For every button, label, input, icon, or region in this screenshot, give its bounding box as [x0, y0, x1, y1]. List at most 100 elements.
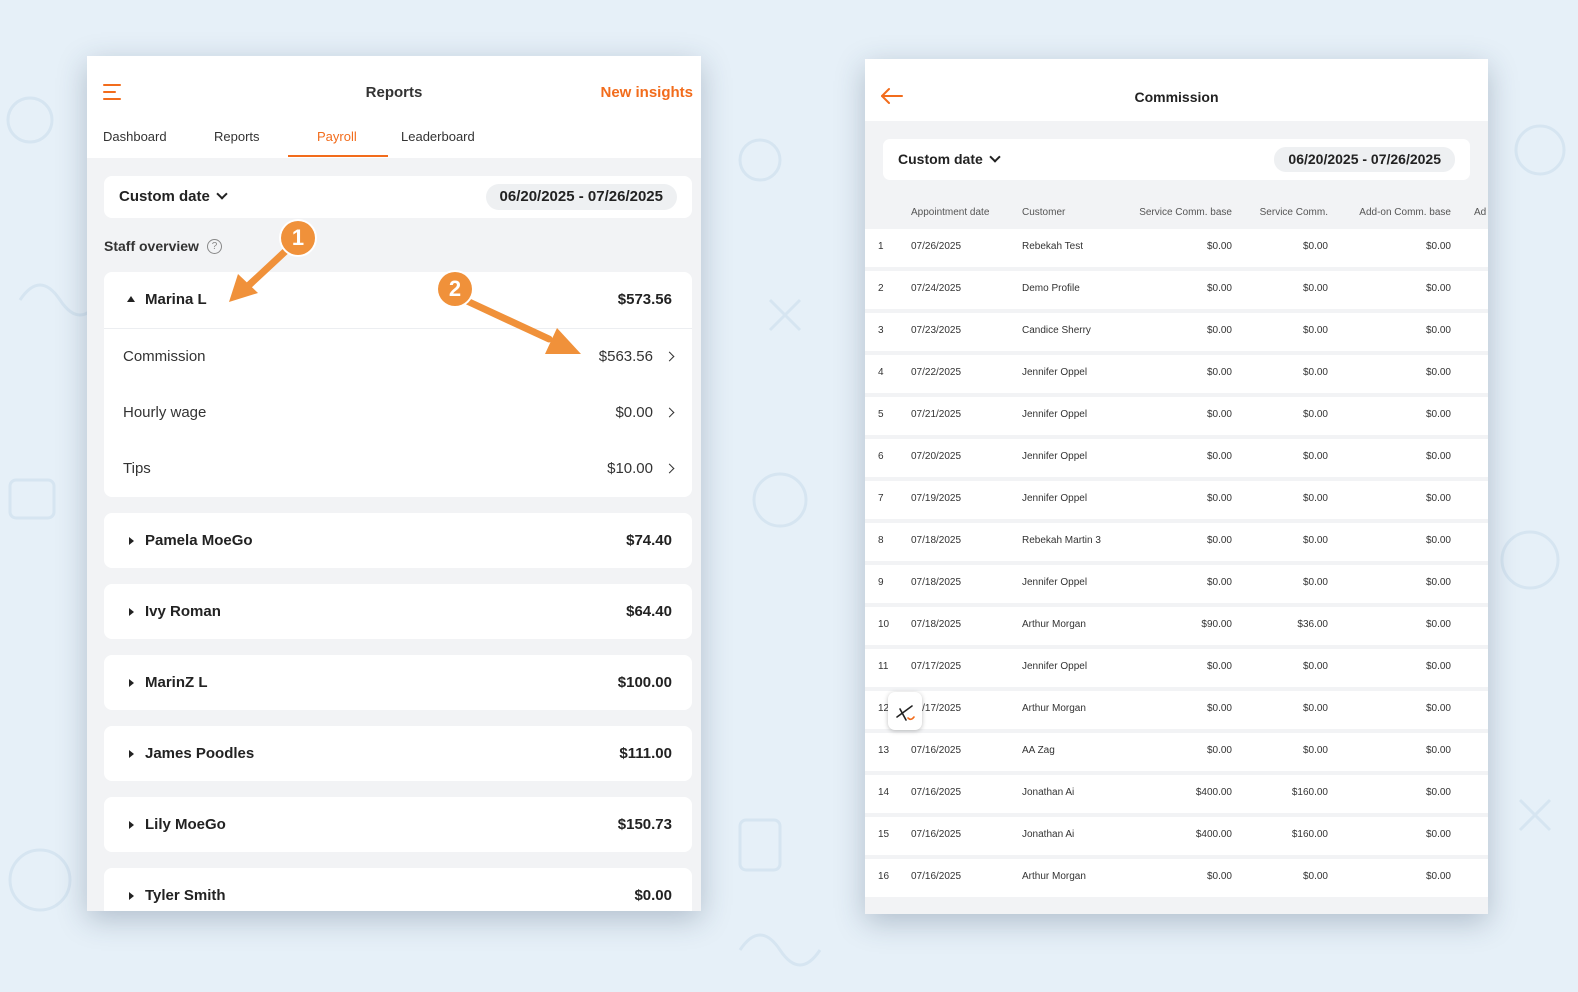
addon-comm-base: $0.00 [1425, 745, 1451, 756]
row-number: 4 [878, 367, 884, 378]
appointment-date: 07/17/2025 [911, 661, 962, 672]
service-comm: $0.00 [1302, 367, 1328, 378]
appointment-date: 07/16/2025 [911, 829, 962, 840]
row-number: 3 [878, 325, 884, 336]
annotation-arrow-1 [243, 243, 294, 291]
customer-name: Jennifer Oppel [1022, 661, 1088, 672]
scissors-badge-icon [896, 705, 915, 721]
reports-screen: Reports New insights Dashboard Reports P… [87, 56, 701, 911]
table-row[interactable]: 2 07/24/2025 Demo Profile $0.00 $0.00 $0.00 [865, 271, 1488, 309]
addon-comm-base: $0.00 [1425, 619, 1451, 630]
table-row[interactable]: 1 07/26/2025 Rebekah Test $0.00 $0.00 $0.00 [865, 229, 1488, 267]
addon-comm-base: $0.00 [1425, 703, 1451, 714]
table-row[interactable]: 15 07/16/2025 Jonathan Ai $400.00 $160.00 $0.… [865, 817, 1488, 855]
customer-name: Jennifer Oppel [1022, 409, 1088, 420]
customer-name: Jennifer Oppel [1022, 493, 1088, 504]
customer-name: Jennifer Oppel [1022, 367, 1088, 378]
column-header[interactable]: Ad [1474, 207, 1486, 218]
appointment-date: 07/22/2025 [911, 367, 962, 378]
service-comm: $0.00 [1302, 409, 1328, 420]
customer-name: Jennifer Oppel [1022, 577, 1088, 588]
column-header[interactable]: Service Comm. [1260, 207, 1328, 218]
service-comm-base: $0.00 [1206, 535, 1232, 546]
row-number: 14 [878, 787, 890, 798]
addon-comm-base: $0.00 [1425, 241, 1451, 252]
row-number: 11 [878, 661, 889, 672]
date-range-pill[interactable]: 06/20/2025 - 07/26/2025 [1274, 147, 1455, 172]
appointment-date: 07/18/2025 [911, 577, 962, 588]
table-row[interactable]: 12 07/17/2025 Arthur Morgan $0.00 $0.00 $0.00 [865, 691, 1488, 729]
appointment-date: 07/16/2025 [911, 871, 962, 882]
appointment-date: 07/23/2025 [911, 325, 962, 336]
addon-comm-base: $0.00 [1425, 577, 1451, 588]
customer-name: Arthur Morgan [1022, 703, 1086, 714]
table-row[interactable]: 7 07/19/2025 Jennifer Oppel $0.00 $0.00 $0.00 [865, 481, 1488, 519]
annotation-arrows [229, 243, 581, 354]
table-row[interactable]: 3 07/23/2025 Candice Sherry $0.00 $0.00 $0.00 [865, 313, 1488, 351]
table-row[interactable]: 8 07/18/2025 Rebekah Martin 3 $0.00 $0.00 $0.… [865, 523, 1488, 561]
service-comm: $0.00 [1302, 661, 1328, 672]
addon-comm-base: $0.00 [1425, 535, 1451, 546]
customer-name: Rebekah Martin 3 [1022, 535, 1101, 546]
row-number: 10 [878, 619, 890, 630]
service-comm-base: $90.00 [1201, 619, 1232, 630]
customer-name: Candice Sherry [1022, 325, 1091, 336]
row-number: 5 [878, 409, 884, 420]
addon-comm-base: $0.00 [1425, 787, 1451, 798]
row-number: 16 [878, 871, 890, 882]
service-comm: $160.00 [1291, 787, 1328, 798]
addon-comm-base: $0.00 [1425, 451, 1451, 462]
service-comm-base: $0.00 [1206, 871, 1232, 882]
table-row[interactable]: 6 07/20/2025 Jennifer Oppel $0.00 $0.00 $0.00 [865, 439, 1488, 477]
table-row[interactable]: 16 07/16/2025 Arthur Morgan $0.00 $0.00 $0.00 [865, 859, 1488, 897]
service-comm: $0.00 [1302, 325, 1328, 336]
table-row[interactable]: 4 07/22/2025 Jennifer Oppel $0.00 $0.00 $0.00 [865, 355, 1488, 393]
customer-name: Jonathan Ai [1022, 787, 1075, 798]
column-header[interactable]: Appointment date [911, 207, 989, 218]
service-comm-base: $0.00 [1206, 325, 1232, 336]
service-comm-base: $0.00 [1206, 745, 1232, 756]
appointment-date: 07/19/2025 [911, 493, 962, 504]
service-comm: $0.00 [1302, 871, 1328, 882]
row-number: 7 [878, 493, 884, 504]
service-comm: $0.00 [1302, 283, 1328, 294]
floating-badge[interactable] [888, 692, 922, 730]
appointment-date: 07/26/2025 [911, 241, 962, 252]
addon-comm-base: $0.00 [1425, 829, 1451, 840]
chevron-down-icon [989, 151, 1001, 163]
service-comm: $36.00 [1297, 619, 1328, 630]
service-comm-base: $0.00 [1206, 367, 1232, 378]
column-header[interactable]: Customer [1022, 207, 1065, 218]
row-number: 9 [878, 577, 884, 588]
commission-header: Commission [865, 59, 1488, 121]
table-row[interactable]: 9 07/18/2025 Jennifer Oppel $0.00 $0.00 $0.00 [865, 565, 1488, 603]
addon-comm-base: $0.00 [1425, 283, 1451, 294]
addon-comm-base: $0.00 [1425, 493, 1451, 504]
table-row[interactable]: 13 07/16/2025 AA Zag $0.00 $0.00 $0.00 [865, 733, 1488, 771]
custom-date-label: Custom date [898, 151, 983, 167]
custom-date-dropdown[interactable]: Custom date [898, 151, 1001, 167]
table-row[interactable]: 11 07/17/2025 Jennifer Oppel $0.00 $0.00 $0.0… [865, 649, 1488, 687]
row-number: 6 [878, 451, 884, 462]
customer-name: Jonathan Ai [1022, 829, 1075, 840]
service-comm: $0.00 [1302, 703, 1328, 714]
addon-comm-base: $0.00 [1425, 871, 1451, 882]
customer-name: Arthur Morgan [1022, 619, 1086, 630]
appointment-date: 07/18/2025 [911, 535, 962, 546]
service-comm-base: $0.00 [1206, 493, 1232, 504]
service-comm: $0.00 [1302, 241, 1328, 252]
table-row[interactable]: 5 07/21/2025 Jennifer Oppel $0.00 $0.00 $0.00 [865, 397, 1488, 435]
service-comm-base: $400.00 [1195, 829, 1232, 840]
annotation-arrow-2 [463, 297, 553, 343]
table-row[interactable]: 14 07/16/2025 Jonathan Ai $400.00 $160.00 $0.… [865, 775, 1488, 813]
annotation-badge-1: 1 [281, 221, 315, 255]
column-header[interactable]: Service Comm. base [1139, 207, 1232, 218]
addon-comm-base: $0.00 [1425, 325, 1451, 336]
table-row[interactable]: 10 07/18/2025 Arthur Morgan $90.00 $36.00 $0.… [865, 607, 1488, 645]
row-number: 15 [878, 829, 890, 840]
addon-comm-base: $0.00 [1425, 409, 1451, 420]
service-comm: $0.00 [1302, 535, 1328, 546]
column-header[interactable]: Add-on Comm. base [1359, 207, 1451, 218]
appointment-date: 07/24/2025 [911, 283, 962, 294]
customer-name: Arthur Morgan [1022, 871, 1086, 882]
